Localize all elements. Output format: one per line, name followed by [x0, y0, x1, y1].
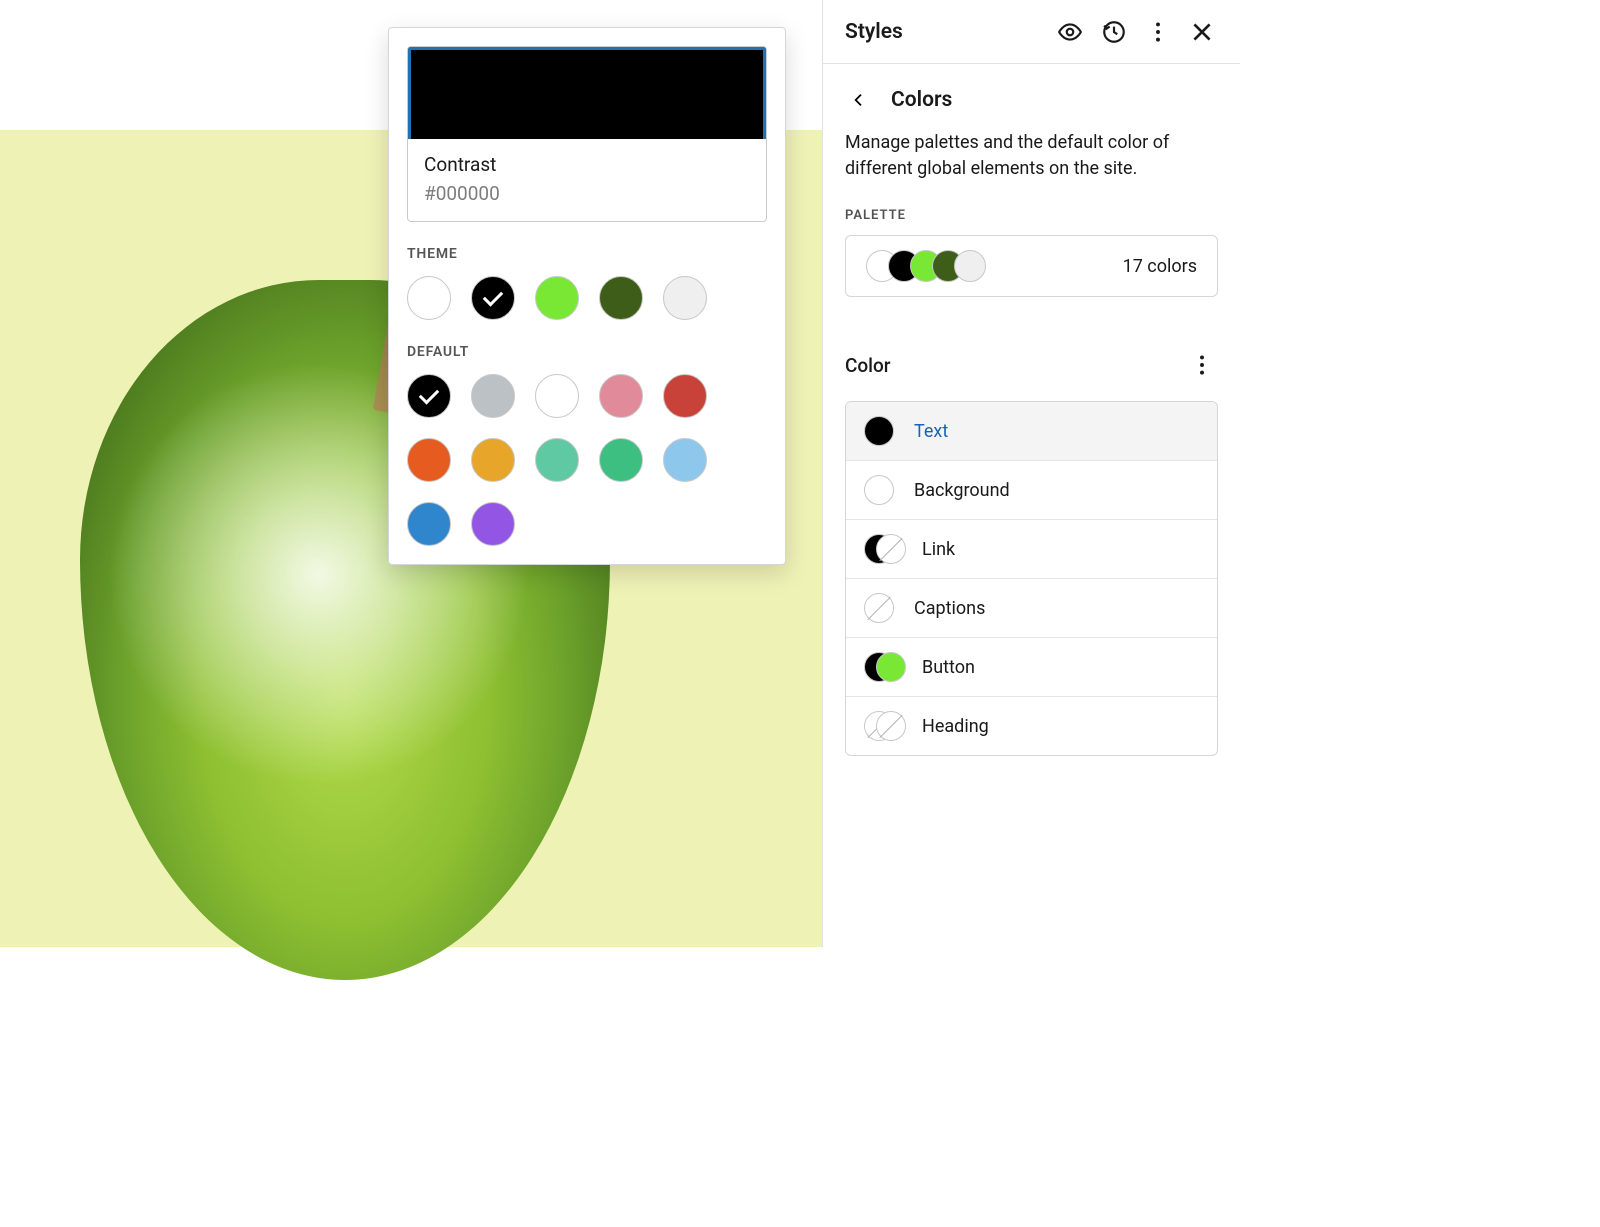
color-item-label: Text — [914, 421, 948, 442]
default-swatch[interactable] — [471, 374, 515, 418]
color-item-button[interactable]: Button — [846, 638, 1217, 697]
default-swatch[interactable] — [471, 438, 515, 482]
revisions-button[interactable] — [1092, 10, 1136, 54]
default-swatch[interactable] — [663, 374, 707, 418]
color-chip — [864, 475, 894, 505]
color-picker-popover: Contrast #000000 THEME DEFAULT — [388, 27, 786, 565]
styles-sidebar: Styles Colors Manage palettes and the de… — [822, 0, 1240, 947]
default-swatch[interactable] — [535, 438, 579, 482]
theme-swatch[interactable] — [599, 276, 643, 320]
color-item-label: Captions — [914, 598, 985, 619]
color-elements-list: Text Background Link Captions Button Heading — [845, 401, 1218, 756]
color-item-label: Button — [922, 657, 975, 678]
palette-dot — [954, 250, 986, 282]
stylebook-toggle-button[interactable] — [1048, 10, 1092, 54]
default-swatch[interactable] — [407, 502, 451, 546]
back-button[interactable] — [845, 86, 873, 114]
color-item-heading[interactable]: Heading — [846, 697, 1217, 755]
color-item-link[interactable]: Link — [846, 520, 1217, 579]
selected-color-hex: #000000 — [424, 182, 750, 205]
theme-swatch[interactable] — [407, 276, 451, 320]
color-chip-duo — [864, 652, 902, 682]
theme-swatch-row — [407, 276, 767, 320]
palette-count: 17 colors — [1123, 256, 1197, 277]
default-swatch[interactable] — [407, 438, 451, 482]
palette-preview-dots — [866, 250, 986, 282]
color-section-title: Color — [845, 354, 1180, 377]
default-swatch[interactable] — [599, 374, 643, 418]
selected-color-swatch[interactable] — [408, 47, 766, 139]
default-swatch[interactable] — [471, 502, 515, 546]
theme-swatch[interactable] — [471, 276, 515, 320]
color-item-background[interactable]: Background — [846, 461, 1217, 520]
palette-card[interactable]: 17 colors — [845, 235, 1218, 297]
theme-swatches-heading: THEME — [407, 246, 767, 262]
selected-color-name: Contrast — [424, 153, 750, 176]
sidebar-header: Styles — [823, 0, 1240, 64]
color-item-label: Link — [922, 539, 955, 560]
default-swatch-row — [407, 374, 767, 546]
palette-section-label: PALETTE — [823, 208, 1240, 235]
color-chip-duo — [864, 534, 902, 564]
default-swatch[interactable] — [599, 438, 643, 482]
color-item-label: Background — [914, 480, 1010, 501]
default-swatch[interactable] — [535, 374, 579, 418]
subpanel-description: Manage palettes and the default color of… — [823, 130, 1240, 208]
color-item-captions[interactable]: Captions — [846, 579, 1217, 638]
default-swatch[interactable] — [663, 438, 707, 482]
color-chip — [864, 416, 894, 446]
theme-swatch[interactable] — [663, 276, 707, 320]
color-item-label: Heading — [922, 716, 989, 737]
subpanel-title: Colors — [891, 88, 952, 112]
color-item-text[interactable]: Text — [846, 402, 1217, 461]
editor-canvas: Contrast #000000 THEME DEFAULT — [0, 0, 822, 947]
color-section-options-button[interactable] — [1180, 343, 1224, 387]
sidebar-title: Styles — [845, 20, 1048, 44]
close-sidebar-button[interactable] — [1180, 10, 1224, 54]
selected-swatch-preview: Contrast #000000 — [407, 46, 767, 222]
theme-swatch[interactable] — [535, 276, 579, 320]
color-chip-duo — [864, 711, 902, 741]
default-swatch[interactable] — [407, 374, 451, 418]
color-section-header: Color — [823, 343, 1240, 401]
more-options-button[interactable] — [1136, 10, 1180, 54]
sidebar-subheader: Colors — [823, 64, 1240, 130]
default-swatches-heading: DEFAULT — [407, 344, 767, 360]
color-chip-empty — [864, 593, 894, 623]
